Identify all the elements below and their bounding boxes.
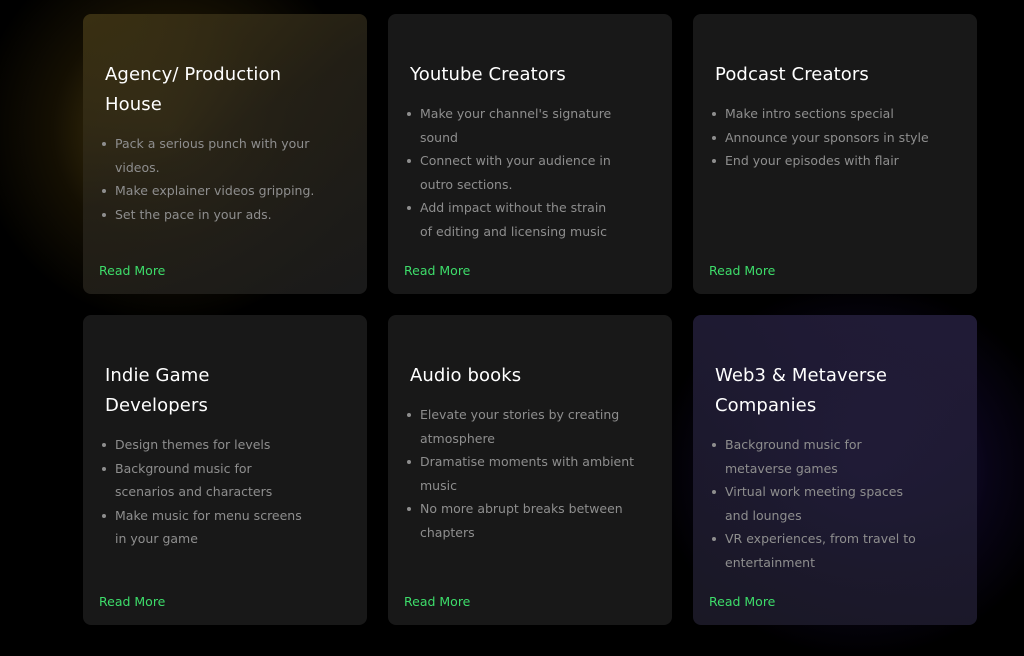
read-more-link[interactable]: Read More xyxy=(99,594,165,609)
card-title: Web3 & Metaverse Companies xyxy=(715,365,888,416)
list-item: Make your channel's signature sound xyxy=(407,102,620,149)
card-title: Youtube Creators xyxy=(410,64,566,85)
list-item: Elevate your stories by creating atmosph… xyxy=(407,403,635,450)
list-item: Dramatise moments with ambient music xyxy=(407,450,635,497)
card-title: Indie Game Developers xyxy=(105,365,210,416)
card-bullet-list: Make your channel's signature sound Conn… xyxy=(407,102,620,243)
list-item: No more abrupt breaks between chapters xyxy=(407,497,635,544)
card-bullet-list: Pack a serious punch with your videos. M… xyxy=(102,132,315,227)
list-item: End your episodes with flair xyxy=(712,149,945,173)
list-item: Background music for metaverse games xyxy=(712,433,930,480)
card-bullet-list: Elevate your stories by creating atmosph… xyxy=(407,403,635,544)
list-item: Pack a serious punch with your videos. xyxy=(102,132,315,179)
page: Agency/ Production House Pack a serious … xyxy=(0,0,1024,656)
list-item: Make music for menu screens in your game xyxy=(102,504,315,551)
card-audio-books: Audio books Elevate your stories by crea… xyxy=(388,315,672,625)
card-youtube-creators: Youtube Creators Make your channel's sig… xyxy=(388,14,672,294)
list-item: VR experiences, from travel to entertain… xyxy=(712,527,930,574)
card-bullet-list: Design themes for levels Background musi… xyxy=(102,433,315,551)
list-item: Announce your sponsors in style xyxy=(712,126,945,150)
card-title: Podcast Creators xyxy=(715,64,869,85)
list-item: Make intro sections special xyxy=(712,102,945,126)
card-podcast-creators: Podcast Creators Make intro sections spe… xyxy=(693,14,977,294)
read-more-link[interactable]: Read More xyxy=(404,594,470,609)
card-title: Agency/ Production House xyxy=(105,64,282,115)
read-more-link[interactable]: Read More xyxy=(404,263,470,278)
list-item: Add impact without the strain of editing… xyxy=(407,196,620,243)
card-agency-production-house: Agency/ Production House Pack a serious … xyxy=(83,14,367,294)
list-item: Make explainer videos gripping. xyxy=(102,179,315,203)
read-more-link[interactable]: Read More xyxy=(709,594,775,609)
card-web3-metaverse-companies: Web3 & Metaverse Companies Background mu… xyxy=(693,315,977,625)
read-more-link[interactable]: Read More xyxy=(709,263,775,278)
read-more-link[interactable]: Read More xyxy=(99,263,165,278)
list-item: Design themes for levels xyxy=(102,433,315,457)
list-item: Background music for scenarios and chara… xyxy=(102,457,315,504)
list-item: Virtual work meeting spaces and lounges xyxy=(712,480,930,527)
card-title: Audio books xyxy=(410,365,522,386)
card-grid: Agency/ Production House Pack a serious … xyxy=(83,14,977,625)
card-indie-game-developers: Indie Game Developers Design themes for … xyxy=(83,315,367,625)
list-item: Connect with your audience in outro sect… xyxy=(407,149,620,196)
list-item: Set the pace in your ads. xyxy=(102,203,315,227)
card-bullet-list: Make intro sections special Announce you… xyxy=(712,102,945,173)
card-bullet-list: Background music for metaverse games Vir… xyxy=(712,433,930,574)
